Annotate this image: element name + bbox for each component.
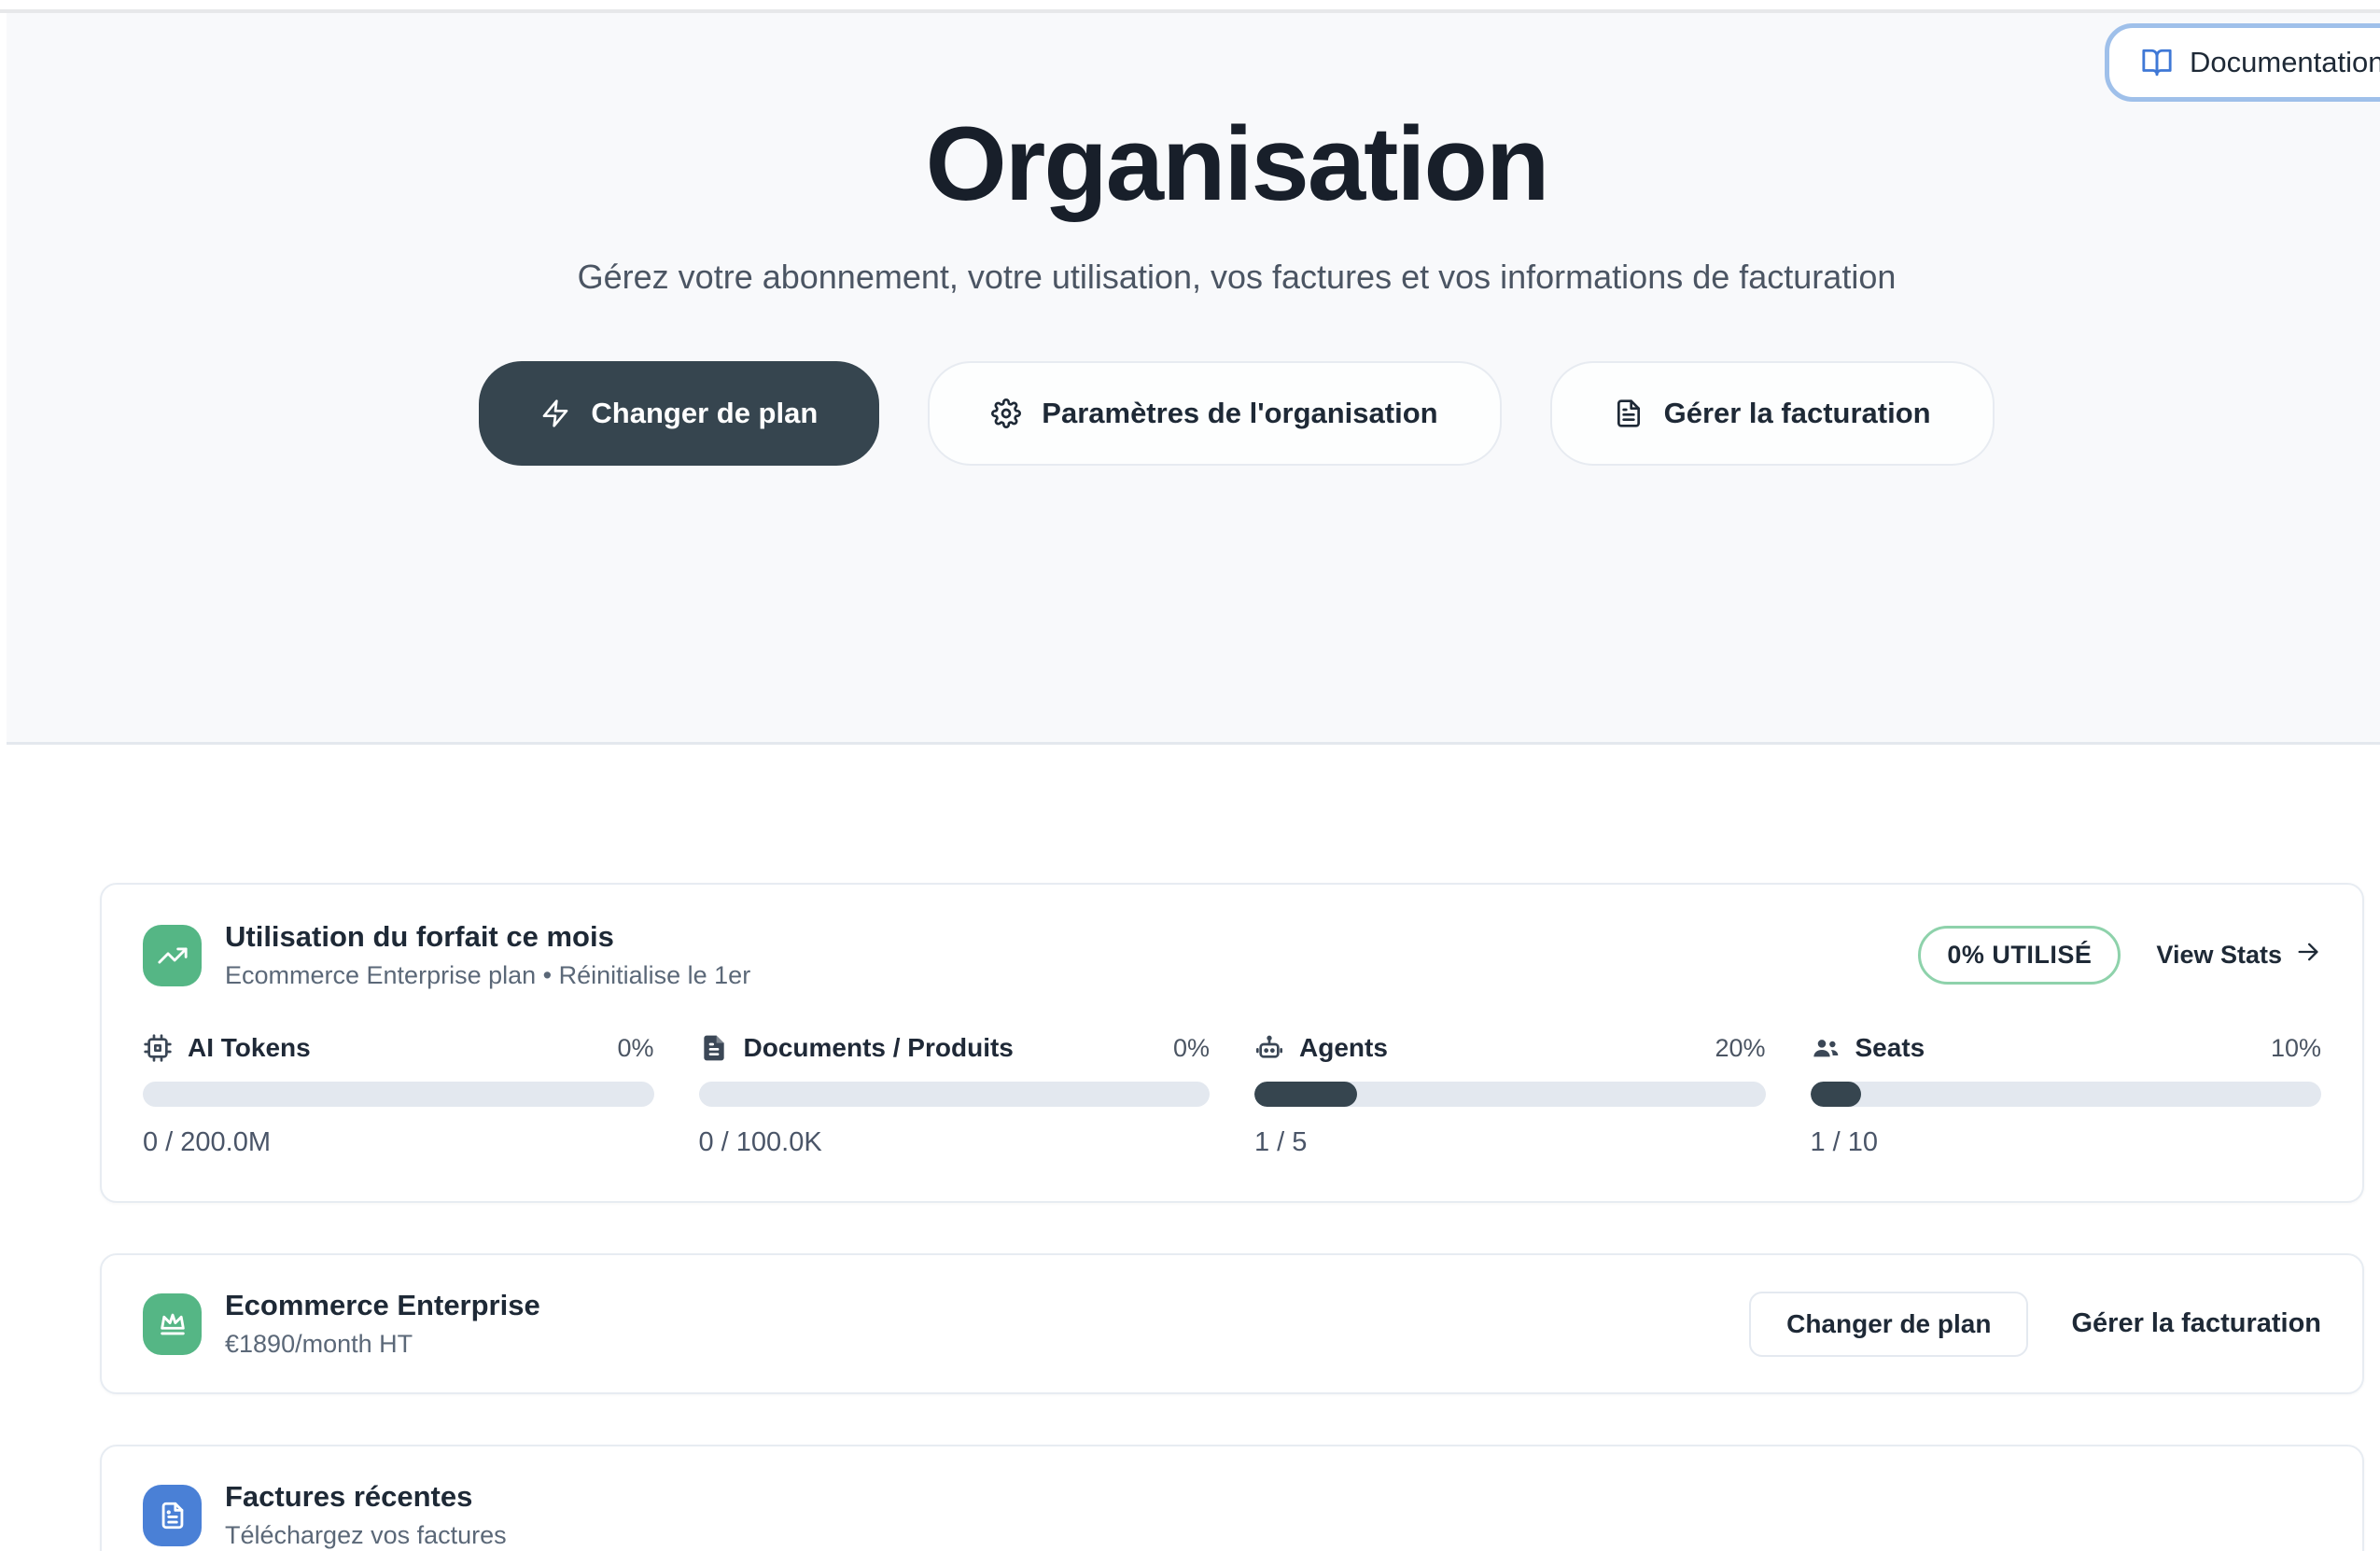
plan-change-plan-button[interactable]: Changer de plan bbox=[1749, 1292, 2028, 1357]
plan-name: Ecommerce Enterprise bbox=[225, 1289, 540, 1322]
meter-percent: 10% bbox=[2271, 1034, 2321, 1063]
plan-card: Ecommerce Enterprise €1890/month HT Chan… bbox=[100, 1253, 2364, 1394]
invoices-card: Factures récentes Téléchargez vos factur… bbox=[100, 1445, 2364, 1551]
organisation-billing-page: Documentation Organisation Gérez votre a… bbox=[0, 0, 2380, 1551]
usage-card-subtitle: Ecommerce Enterprise plan • Réinitialise… bbox=[225, 961, 750, 990]
manage-billing-button[interactable]: Gérer la facturation bbox=[1550, 361, 1995, 466]
top-chrome-strip bbox=[0, 0, 2380, 13]
progress-bar bbox=[143, 1082, 654, 1107]
usage-card-title: Utilisation du forfait ce mois bbox=[225, 920, 750, 954]
meter-value: 0 / 100.0K bbox=[699, 1127, 1211, 1158]
hero-content: Organisation Gérez votre abonnement, vot… bbox=[93, 13, 2380, 466]
meter-percent: 0% bbox=[617, 1034, 653, 1063]
meter-agents: Agents 20% 1 / 5 bbox=[1254, 1033, 1766, 1158]
view-stats-link[interactable]: View Stats bbox=[2156, 939, 2321, 971]
invoices-subtitle: Téléchargez vos factures bbox=[225, 1521, 507, 1550]
usage-card: Utilisation du forfait ce mois Ecommerce… bbox=[100, 883, 2364, 1203]
invoices-title: Factures récentes bbox=[225, 1480, 507, 1514]
organisation-settings-button[interactable]: Paramètres de l'organisation bbox=[928, 361, 1501, 466]
usage-meters: AI Tokens 0% 0 / 200.0M Documents / Prod… bbox=[143, 1033, 2321, 1158]
page-title: Organisation bbox=[93, 13, 2380, 225]
manage-billing-label: Gérer la facturation bbox=[1664, 397, 1931, 430]
gear-icon bbox=[991, 398, 1021, 428]
meter-ai-tokens: AI Tokens 0% 0 / 200.0M bbox=[143, 1033, 654, 1158]
page-subtitle: Gérez votre abonnement, votre utilisatio… bbox=[569, 251, 1904, 303]
change-plan-button[interactable]: Changer de plan bbox=[479, 361, 879, 466]
meter-value: 0 / 200.0M bbox=[143, 1127, 654, 1158]
view-stats-label: View Stats bbox=[2156, 941, 2282, 970]
change-plan-label: Changer de plan bbox=[591, 397, 818, 430]
progress-bar bbox=[1254, 1082, 1766, 1107]
arrow-right-icon bbox=[2295, 939, 2321, 971]
hero-actions-row: Changer de plan Paramètres de l'organisa… bbox=[93, 361, 2380, 466]
zap-icon bbox=[540, 398, 570, 428]
meter-value: 1 / 5 bbox=[1254, 1127, 1766, 1158]
users-icon bbox=[1811, 1033, 1841, 1063]
meter-label: Agents bbox=[1299, 1033, 1388, 1063]
main-content: Utilisation du forfait ce mois Ecommerce… bbox=[0, 745, 2380, 1551]
meter-value: 1 / 10 bbox=[1811, 1127, 2322, 1158]
meter-label: AI Tokens bbox=[188, 1033, 311, 1063]
organisation-settings-label: Paramètres de l'organisation bbox=[1042, 397, 1437, 430]
crown-icon bbox=[143, 1293, 202, 1355]
file-text-icon bbox=[1614, 398, 1644, 428]
plan-manage-billing-button[interactable]: Gérer la facturation bbox=[2071, 1308, 2321, 1339]
meter-label: Seats bbox=[1855, 1033, 1925, 1063]
meter-percent: 20% bbox=[1715, 1034, 1765, 1063]
progress-bar bbox=[1811, 1082, 2322, 1107]
usage-card-header: Utilisation du forfait ce mois Ecommerce… bbox=[143, 920, 2321, 990]
document-icon bbox=[699, 1033, 729, 1063]
documentation-button[interactable]: Documentation bbox=[2105, 23, 2380, 102]
plan-price: €1890/month HT bbox=[225, 1330, 540, 1359]
usage-percent-badge: 0% UTILISÉ bbox=[1918, 926, 2121, 985]
cpu-chip-icon bbox=[143, 1033, 173, 1063]
robot-icon bbox=[1254, 1033, 1284, 1063]
documentation-label: Documentation bbox=[2190, 46, 2380, 79]
meter-seats: Seats 10% 1 / 10 bbox=[1811, 1033, 2322, 1158]
trending-up-icon bbox=[143, 925, 202, 986]
meter-documents: Documents / Produits 0% 0 / 100.0K bbox=[699, 1033, 1211, 1158]
progress-bar bbox=[699, 1082, 1211, 1107]
book-open-icon bbox=[2141, 47, 2173, 78]
meter-label: Documents / Produits bbox=[744, 1033, 1014, 1063]
hero-section: Documentation Organisation Gérez votre a… bbox=[7, 13, 2380, 745]
invoice-icon bbox=[143, 1485, 202, 1546]
meter-percent: 0% bbox=[1173, 1034, 1210, 1063]
